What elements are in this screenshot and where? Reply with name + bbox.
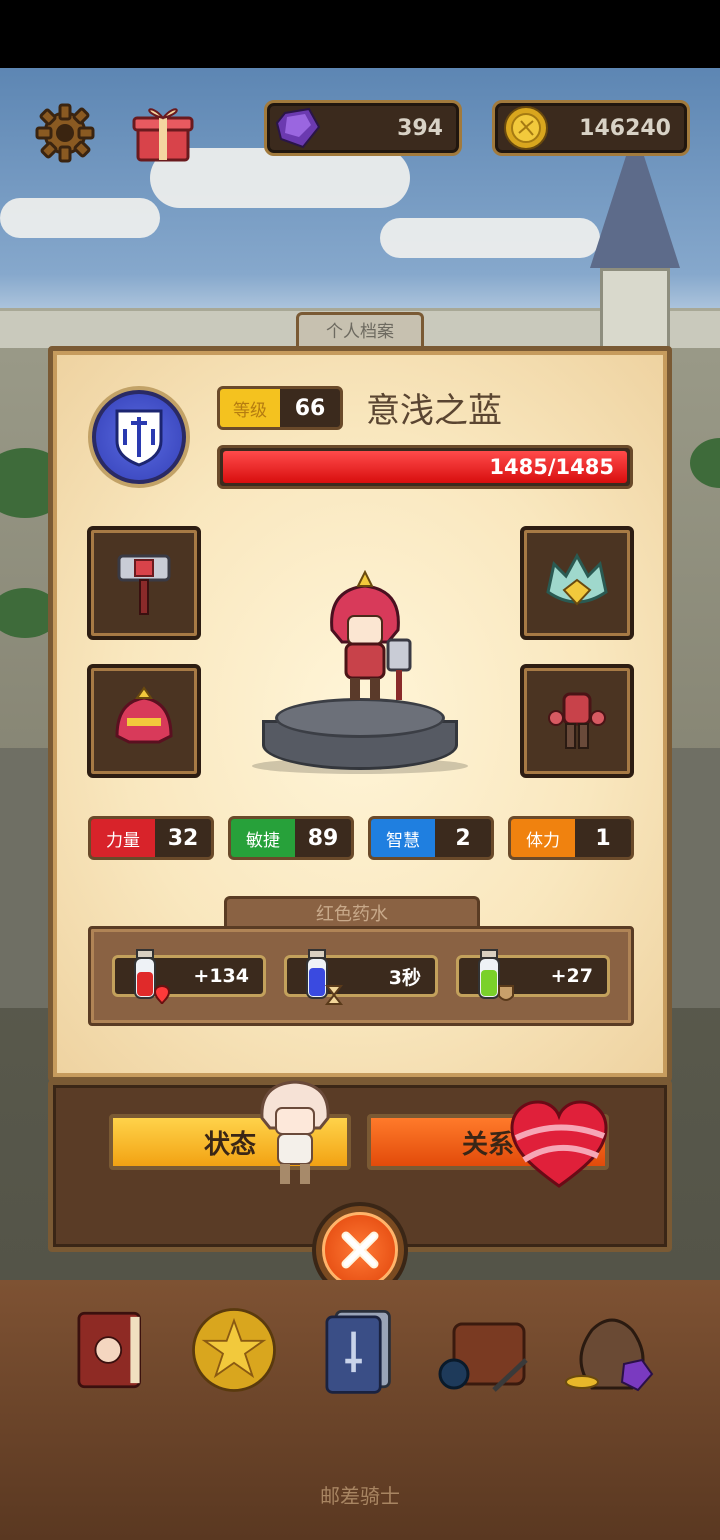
gold-count: 146240 (579, 115, 671, 141)
green-potion-shield-icon (478, 949, 514, 1001)
potion-slot-red[interactable]: +134 (112, 949, 266, 1005)
heart-ribbon-icon (510, 1100, 608, 1188)
hp-bar: 1485/1485 (217, 445, 633, 489)
equip-slot-helmet[interactable] (87, 664, 201, 778)
profile-tab: 个人档案 (296, 312, 424, 348)
stat-value: 1 (595, 825, 611, 851)
bag-potion-icon[interactable] (434, 1300, 534, 1400)
crown-gem-icon (546, 552, 608, 606)
cloud (0, 198, 160, 238)
npc-girl-icon (260, 1080, 330, 1184)
stat-label: 力量 (91, 819, 155, 857)
character-stage (250, 570, 470, 780)
dock-footer-title: 邮差骑士 (320, 1484, 400, 1508)
tower (590, 118, 682, 368)
close-icon (341, 1231, 379, 1269)
journal-book-icon[interactable] (62, 1300, 162, 1400)
status-bar (0, 0, 720, 68)
stat-label: 体力 (511, 819, 575, 857)
potion-value: +27 (550, 965, 593, 987)
card-deck-icon[interactable] (310, 1300, 410, 1400)
potion-value: 3秒 (388, 966, 421, 989)
gem-counter[interactable]: 394 (264, 100, 462, 156)
settings-gear-icon[interactable] (32, 100, 98, 166)
star-coin-icon[interactable] (184, 1300, 284, 1400)
hammer-icon (117, 554, 171, 615)
stat-label: 智慧 (371, 819, 435, 857)
stat-value: 32 (167, 825, 199, 851)
potion-slot-blue[interactable]: 3秒 (284, 949, 438, 1005)
potion-slot-green[interactable]: +27 (456, 949, 610, 1001)
blue-potion-hourglass-icon (306, 949, 344, 1005)
helmet-icon (115, 686, 173, 744)
stat-stamina: 体力 1 (508, 816, 634, 860)
stat-label: 敏捷 (231, 819, 295, 857)
stat-strength: 力量 32 (88, 816, 214, 860)
cloud (380, 218, 600, 258)
gem-count: 394 (397, 115, 443, 141)
player-name: 意浅之蓝 (366, 391, 502, 431)
guild-emblem-icon (88, 386, 190, 488)
gift-box-icon[interactable] (130, 100, 196, 166)
armor-icon (548, 692, 606, 749)
knight-character-icon (330, 570, 412, 700)
stat-agility: 敏捷 89 (228, 816, 354, 860)
stat-value: 89 (307, 825, 339, 851)
hp-text: 1485/1485 (489, 455, 614, 479)
potion-value: +134 (193, 965, 249, 987)
equip-slot-armor[interactable] (520, 664, 634, 778)
potion-title: 红色药水 (224, 896, 480, 930)
equip-slot-weapon[interactable] (87, 526, 201, 640)
level-badge: 等级 66 (217, 386, 343, 430)
purple-gem-icon (275, 107, 321, 149)
gold-counter[interactable]: 146240 (492, 100, 690, 156)
stat-wisdom: 智慧 2 (368, 816, 494, 860)
red-potion-heart-icon (134, 949, 171, 1005)
equip-slot-accessory[interactable] (520, 526, 634, 640)
level-label: 等级 (220, 389, 280, 427)
tree (690, 438, 720, 488)
gold-coin-icon (504, 106, 548, 150)
stat-value: 2 (455, 825, 471, 851)
level-value: 66 (294, 395, 326, 421)
loot-sack-icon[interactable] (562, 1300, 662, 1400)
